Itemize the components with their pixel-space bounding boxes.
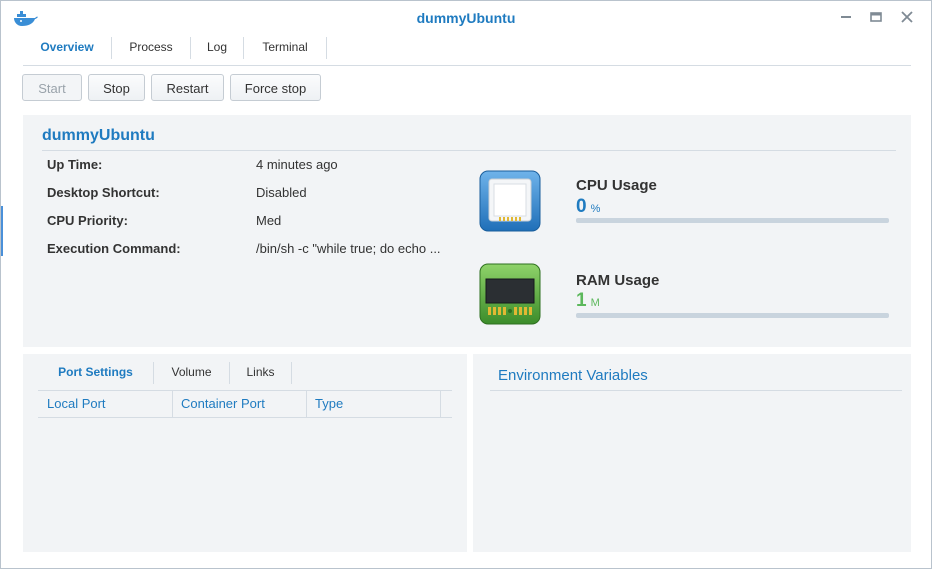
tab-links[interactable]: Links	[230, 358, 291, 389]
cpu-priority-label: CPU Priority:	[47, 213, 128, 228]
tab-log[interactable]: Log	[191, 33, 243, 64]
divider	[42, 150, 896, 151]
ram-usage-value: 1M	[576, 290, 600, 312]
uptime-label: Up Time:	[47, 157, 103, 172]
column-type[interactable]: Type	[306, 391, 440, 417]
execution-command-label: Execution Command:	[47, 241, 181, 256]
main-tabs: Overview Process Log Terminal	[23, 33, 911, 66]
tab-divider	[291, 362, 292, 384]
window-title: dummyUbuntu	[416, 10, 516, 26]
tab-overview[interactable]: Overview	[23, 33, 111, 64]
cpu-usage-bar	[576, 218, 889, 223]
start-button[interactable]: Start	[22, 74, 82, 101]
container-detail-window: dummyUbuntu Overview Process Log Termina…	[0, 0, 932, 569]
cpu-usage-unit: %	[590, 203, 601, 215]
tab-process[interactable]: Process	[112, 33, 190, 64]
cpu-usage-value: 0%	[576, 196, 600, 218]
tab-volume[interactable]: Volume	[154, 358, 229, 389]
desktop-shortcut-value: Disabled	[256, 185, 307, 200]
uptime-value: 4 minutes ago	[256, 157, 338, 172]
column-divider	[440, 391, 441, 417]
cpu-chip-icon	[479, 170, 541, 232]
tab-terminal[interactable]: Terminal	[244, 33, 326, 64]
stop-button[interactable]: Stop	[88, 74, 145, 101]
maximize-icon[interactable]	[869, 10, 883, 24]
tab-divider	[326, 37, 327, 59]
ram-usage-unit: M	[590, 297, 600, 309]
table-header-divider	[38, 417, 452, 418]
ram-usage-number: 1	[576, 290, 587, 311]
title-bar: dummyUbuntu	[1, 1, 931, 33]
ram-module-icon	[479, 263, 541, 325]
port-subtabs: Port Settings Volume Links	[38, 358, 452, 391]
environment-variables-panel: Environment Variables	[473, 354, 911, 552]
ram-usage-bar	[576, 313, 889, 318]
divider	[490, 390, 902, 391]
port-settings-panel: Port Settings Volume Links Local Port Co…	[23, 354, 467, 552]
close-icon[interactable]	[900, 10, 914, 24]
active-tab-indicator	[23, 62, 111, 65]
column-container-port[interactable]: Container Port	[172, 391, 306, 417]
minimize-icon[interactable]	[839, 10, 853, 24]
execution-command-value: /bin/sh -c "while true; do echo ...	[256, 241, 441, 256]
tab-port-settings[interactable]: Port Settings	[38, 358, 153, 389]
summary-panel: dummyUbuntu Up Time: 4 minutes ago Deskt…	[23, 115, 911, 347]
environment-variables-title: Environment Variables	[498, 367, 648, 384]
ram-usage-title: RAM Usage	[576, 272, 660, 289]
cpu-priority-value: Med	[256, 213, 282, 228]
container-name: dummyUbuntu	[42, 127, 155, 144]
window-edge-accent	[1, 206, 3, 256]
force-stop-button[interactable]: Force stop	[230, 74, 321, 101]
cpu-usage-title: CPU Usage	[576, 177, 657, 194]
column-local-port[interactable]: Local Port	[38, 391, 172, 417]
desktop-shortcut-label: Desktop Shortcut:	[47, 185, 160, 200]
restart-button[interactable]: Restart	[151, 74, 224, 101]
cpu-usage-number: 0	[576, 196, 587, 217]
